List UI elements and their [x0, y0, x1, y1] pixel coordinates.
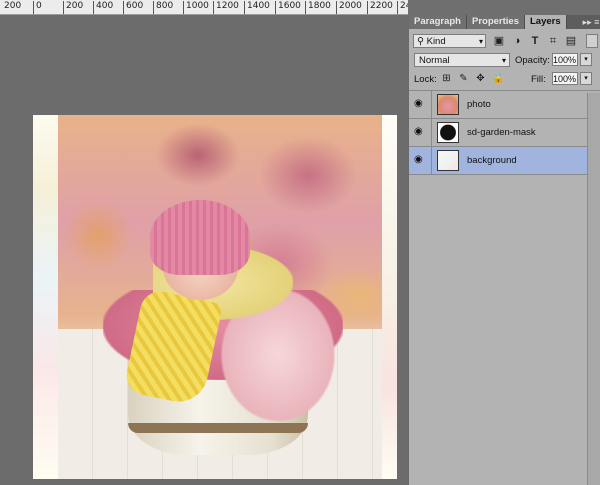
- layer-thumbnail: [437, 122, 459, 143]
- ruler-label: 1600: [278, 1, 301, 11]
- opacity-input[interactable]: 100%: [552, 53, 578, 66]
- tab-paragraph[interactable]: Paragraph: [409, 15, 467, 29]
- opacity-dropdown-button[interactable]: ▾: [580, 53, 592, 66]
- layer-row-photo[interactable]: ◉ photo: [409, 91, 587, 119]
- panel-tab-bar: Paragraph Properties Layers ▸▸ ≡: [409, 15, 600, 29]
- filter-toggle[interactable]: [586, 34, 598, 48]
- blend-mode-value: Normal: [419, 54, 450, 66]
- ruler-label: 600: [126, 1, 144, 11]
- chevron-down-icon: ▾: [501, 55, 506, 65]
- adjustment-filter-icon[interactable]: ◑: [511, 35, 523, 47]
- photo-image: [58, 115, 382, 479]
- layer-row-background[interactable]: ◉ background: [409, 147, 587, 175]
- opacity-label: Opacity:: [515, 55, 550, 66]
- layer-thumbnail: [437, 94, 459, 115]
- ruler-label: 1200: [216, 1, 239, 11]
- chevron-down-icon: ▾: [478, 36, 483, 46]
- lock-label: Lock:: [414, 74, 437, 85]
- ruler-label: 1000: [186, 1, 209, 11]
- background-paper-right: [382, 115, 397, 479]
- blend-mode-select[interactable]: Normal ▾: [414, 53, 510, 67]
- ruler-label: 400: [96, 1, 114, 11]
- tab-layers[interactable]: Layers: [525, 15, 567, 29]
- ruler-label: 1800: [308, 1, 331, 11]
- smart-object-filter-icon[interactable]: ▤: [565, 35, 577, 47]
- ruler-label: 800: [156, 1, 174, 11]
- ruler-label: 200: [66, 1, 84, 11]
- fill-input[interactable]: 100%: [552, 72, 578, 85]
- ruler-label: 2200: [370, 1, 393, 11]
- ruler-label: 0: [36, 1, 42, 11]
- image-filter-icon[interactable]: ▣: [493, 35, 505, 47]
- filter-kind-select[interactable]: ⚲ Kind ▾: [413, 34, 486, 48]
- layers-panel: Paragraph Properties Layers ▸▸ ≡ ⚲ Kind …: [408, 15, 600, 485]
- ruler-label: 2000: [339, 1, 362, 11]
- horizontal-ruler[interactable]: 200 0 200 400 600 800 1000 1200 1400 160…: [0, 0, 408, 15]
- blend-row: Normal ▾ Opacity: 100% ▾: [409, 50, 600, 70]
- lock-position-icon[interactable]: ✥: [475, 73, 486, 84]
- layer-filter-row: ⚲ Kind ▾ ▣ ◑ T ⌗ ▤: [409, 31, 600, 51]
- kind-label: Kind: [426, 35, 446, 47]
- layers-scrollbar[interactable]: [587, 93, 600, 485]
- lock-row: Lock: ⊞ ✎ ✥ 🔒 Fill: 100% ▾: [409, 69, 600, 89]
- lock-all-icon[interactable]: 🔒: [492, 73, 504, 84]
- shape-filter-icon[interactable]: ⌗: [547, 35, 559, 47]
- background-paper-left: [33, 115, 58, 479]
- eye-icon[interactable]: ◉: [414, 99, 426, 109]
- document-canvas[interactable]: [33, 115, 397, 479]
- eye-icon[interactable]: ◉: [414, 127, 426, 137]
- panel-menu-icon[interactable]: ▸▸ ≡: [581, 15, 600, 29]
- layer-name[interactable]: background: [467, 155, 517, 166]
- eye-icon[interactable]: ◉: [414, 155, 426, 165]
- tab-properties[interactable]: Properties: [467, 15, 525, 29]
- layer-row-sd-garden-mask[interactable]: ◉ sd-garden-mask: [409, 119, 587, 147]
- layer-name[interactable]: photo: [467, 99, 491, 110]
- fill-dropdown-button[interactable]: ▾: [580, 72, 592, 85]
- ruler-label: 1400: [247, 1, 270, 11]
- lock-transparent-icon[interactable]: ⊞: [441, 73, 452, 84]
- ruler-label: 2400: [400, 1, 408, 11]
- layer-thumbnail: [437, 150, 459, 171]
- document-canvas-area[interactable]: [0, 15, 408, 485]
- lock-paint-icon[interactable]: ✎: [458, 73, 469, 84]
- layer-name[interactable]: sd-garden-mask: [467, 127, 536, 138]
- ruler-label: 200: [4, 1, 22, 11]
- knit-bonnet: [150, 200, 250, 275]
- search-icon: ⚲: [417, 35, 427, 47]
- type-filter-icon[interactable]: T: [529, 35, 541, 47]
- fill-label: Fill:: [531, 74, 546, 85]
